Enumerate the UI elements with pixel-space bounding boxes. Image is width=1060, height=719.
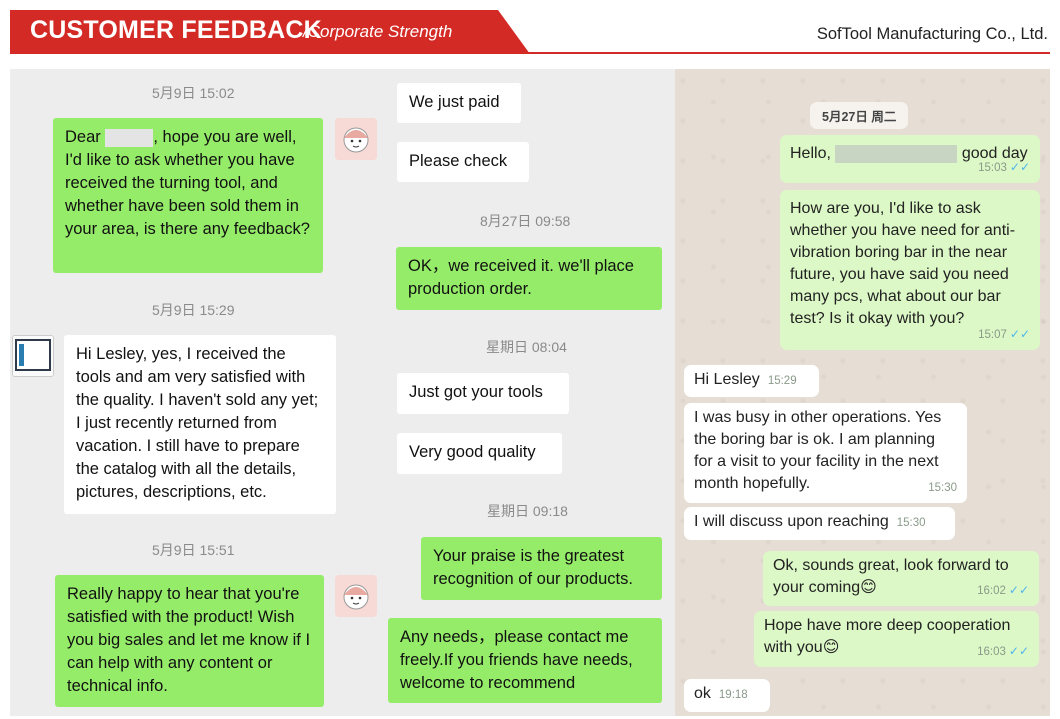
time-text: 16:02 — [977, 585, 1006, 597]
message-text: , hope you are well, I'd like to ask whe… — [65, 128, 310, 238]
avatar — [335, 575, 377, 617]
timestamp: 星期日 08:04 — [486, 339, 567, 355]
message-time: 15:29 — [767, 375, 797, 387]
redacted-name — [105, 128, 154, 147]
chat-message-received: We just paid — [397, 83, 521, 123]
timestamp: 8月27日 09:58 — [480, 213, 571, 229]
message-text: How are you, I'd like to ask whether you… — [790, 200, 1016, 327]
avatar-girl-icon — [335, 118, 377, 160]
time-text: 15:03 — [978, 162, 1007, 174]
message-text: I will discuss upon reaching — [694, 513, 889, 530]
time-text: 16:03 — [977, 646, 1006, 658]
message-time: 16:02 ✓✓ — [977, 579, 1029, 602]
page-title: CUSTOMER FEEDBACK — [30, 16, 322, 44]
chat-message-sent: How are you, I'd like to ask whether you… — [780, 190, 1040, 350]
time-text: 15:07 — [978, 329, 1007, 341]
redacted-name — [835, 144, 958, 163]
timestamp: 5月9日 15:51 — [152, 542, 235, 558]
message-time: 15:07 ✓✓ — [978, 323, 1030, 346]
chat-message-sent: Ok, sounds great, look forward to your c… — [763, 551, 1039, 606]
chat-message-received: I was busy in other operations. Yes the … — [684, 403, 967, 503]
message-text: Dear — [65, 128, 101, 146]
chat-message-sent: Your praise is the greatest recognition … — [421, 537, 662, 600]
chat-panel-1: 5月9日 15:02 Dear , hope you are well, I'd… — [10, 69, 383, 716]
chat-message-received: Just got your tools — [397, 373, 569, 414]
avatar-photo-icon — [13, 336, 53, 376]
chat-message-received: Please check — [397, 142, 529, 182]
avatar — [12, 335, 54, 377]
page-subtitle: /Corporate Strength — [303, 22, 453, 41]
avatar — [335, 118, 377, 160]
chat-message-received: ok 19:18 — [684, 679, 770, 712]
chat-message-sent: Really happy to hear that you're satisfi… — [55, 575, 324, 707]
chat-message-sent: Dear , hope you are well, I'd like to as… — [53, 118, 323, 273]
message-time: 15:30 — [928, 482, 957, 494]
chat-message-sent: OK，we received it. we'll place productio… — [396, 247, 662, 310]
message-time: 15:03 ✓✓ — [978, 156, 1030, 179]
message-time: 15:30 — [896, 517, 926, 529]
chat-message-received: Very good quality — [397, 433, 562, 474]
message-text: Hello, — [790, 145, 831, 162]
company-name: SofTool Manufacturing Co., Ltd. — [816, 25, 1048, 43]
chat-message-received: Hi Lesley, yes, I received the tools and… — [64, 335, 336, 514]
message-text: Ok, sounds great, look forward to your c… — [773, 557, 1009, 596]
chat-message-sent: Any needs，please contact me freely.If yo… — [388, 618, 662, 703]
message-text: ok — [694, 685, 711, 702]
message-time: 16:03 ✓✓ — [977, 640, 1029, 663]
message-text: Hi Lesley — [694, 371, 760, 388]
message-time: 19:18 — [718, 689, 748, 701]
chat-panel-2: We just paid Please check 8月27日 09:58 OK… — [383, 69, 675, 716]
double-check-icon: ✓✓ — [1009, 327, 1030, 341]
timestamp: 5月9日 15:29 — [152, 302, 235, 318]
chat-message-sent: Hope have more deep cooperation with you… — [754, 611, 1039, 667]
chat-message-received: I will discuss upon reaching 15:30 — [684, 507, 955, 540]
message-text: I was busy in other operations. Yes the … — [694, 409, 942, 492]
avatar-girl-icon — [335, 575, 377, 617]
double-check-icon: ✓✓ — [1009, 160, 1030, 174]
chat-panel-3: 5月27日 周二 Hello, good day 15:03 ✓✓ How are… — [675, 69, 1050, 716]
date-chip: 5月27日 周二 — [810, 102, 909, 129]
double-check-icon: ✓✓ — [1008, 583, 1029, 597]
header-divider — [10, 52, 1050, 54]
timestamp: 5月9日 15:02 — [152, 85, 235, 101]
chat-message-sent: Hello, good day 15:03 ✓✓ — [780, 135, 1040, 183]
timestamp: 星期日 09:18 — [487, 503, 568, 519]
double-check-icon: ✓✓ — [1008, 644, 1029, 658]
message-text: Hope have more deep cooperation with you… — [764, 617, 1011, 656]
chat-message-received: Hi Lesley 15:29 — [684, 365, 819, 397]
